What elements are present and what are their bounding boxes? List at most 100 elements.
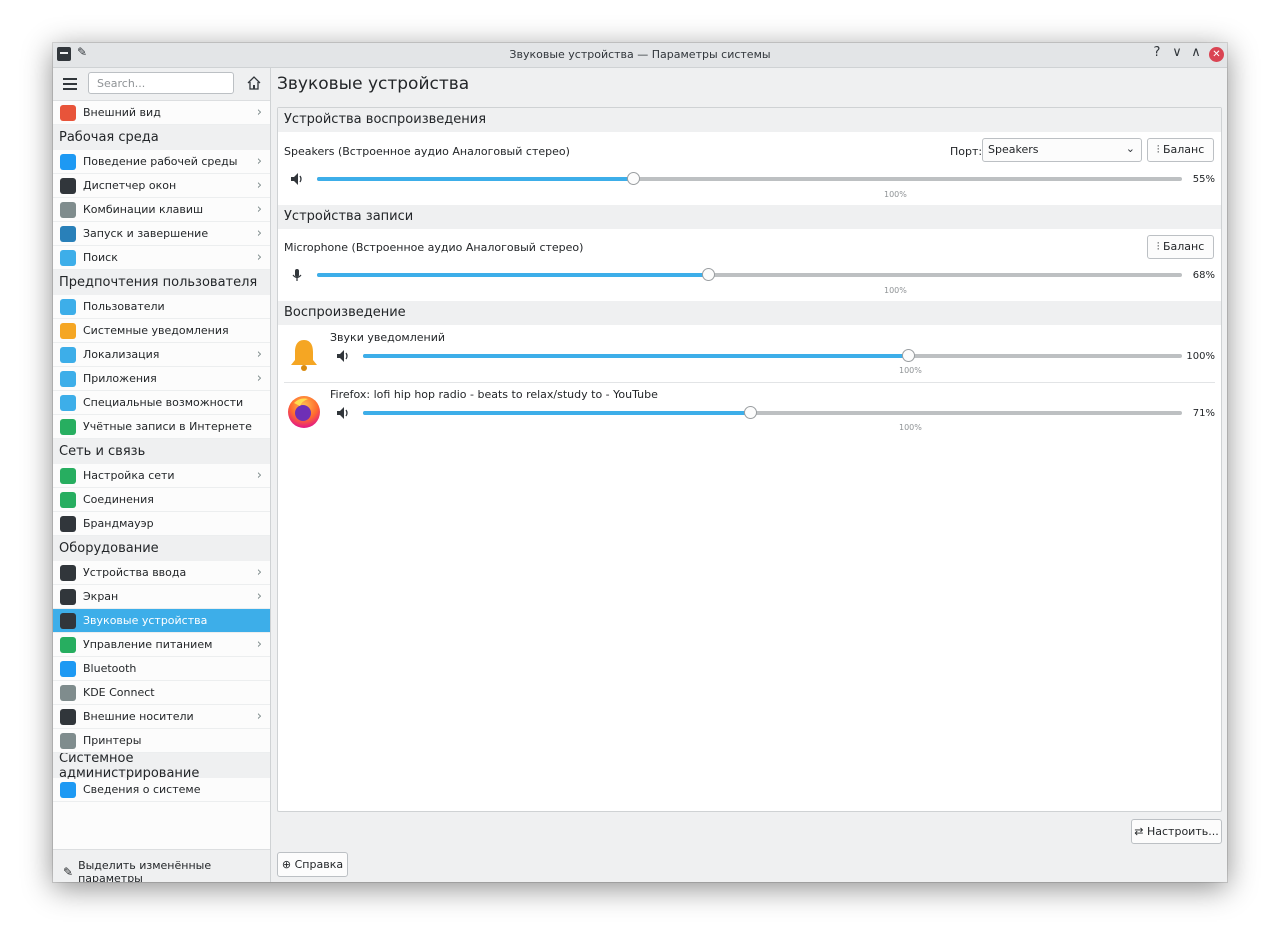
sidebar-item[interactable]: Bluetooth: [53, 657, 270, 681]
sidebar-item-label: Пользователи: [83, 300, 165, 313]
configure-label: Настроить...: [1147, 825, 1219, 838]
playback-balance-label: Баланс: [1162, 143, 1205, 156]
window-manager-icon: [60, 177, 76, 194]
stream-name: Firefox: lofi hip hop radio - beats to r…: [330, 388, 658, 401]
pencil-icon: ✎: [63, 865, 74, 879]
home-icon[interactable]: [246, 75, 262, 91]
sidebar-category: Системное администрирование: [53, 751, 270, 781]
sidebar-item-label: Специальные возможности: [83, 396, 244, 409]
stream-volume-slider[interactable]: [363, 349, 1182, 363]
page-title: Звуковые устройства: [277, 74, 470, 94]
help-lifebuoy-icon: ⊕: [281, 858, 295, 871]
speaker-volume-icon[interactable]: [290, 172, 304, 186]
maximize-icon[interactable]: ∧: [1188, 45, 1204, 60]
sidebar-item-label: KDE Connect: [83, 686, 155, 699]
sidebar-item-label: Устройства ввода: [83, 566, 187, 579]
sidebar-item[interactable]: Брандмауэр: [53, 512, 270, 536]
sidebar-item[interactable]: Управление питанием ›: [53, 633, 270, 657]
sidebar-item-label: Локализация: [83, 348, 160, 361]
sidebar-item[interactable]: Настройка сети ›: [53, 464, 270, 488]
audio-panel: Устройства воспроизведения Speakers (Вст…: [277, 107, 1222, 812]
slider-fill: [363, 354, 909, 358]
sidebar-item[interactable]: Принтеры: [53, 729, 270, 753]
recording-volume-slider[interactable]: [317, 268, 1182, 282]
port-select[interactable]: Speakers ⌄: [982, 138, 1142, 162]
stream-volume-icon[interactable]: [336, 406, 350, 420]
port-label: Порт:: [950, 145, 983, 158]
stream-100-mark: 100%: [899, 366, 922, 375]
sidebar-item[interactable]: Звуковые устройства: [53, 609, 270, 633]
microphone-icon[interactable]: [290, 268, 304, 282]
close-icon[interactable]: ✕: [1209, 47, 1224, 62]
sidebar-item[interactable]: Сведения о системе: [53, 778, 270, 802]
recording-balance-button[interactable]: ⫶ Баланс: [1147, 235, 1214, 259]
sidebar-item[interactable]: Локализация ›: [53, 343, 270, 367]
hamburger-menu-icon[interactable]: [63, 78, 77, 90]
sidebar-item[interactable]: Внешние носители ›: [53, 705, 270, 729]
applications-icon: [60, 370, 76, 387]
sidebar-item[interactable]: Диспетчер окон ›: [53, 174, 270, 198]
playback-volume-slider[interactable]: [317, 172, 1182, 186]
stream-volume-icon[interactable]: [336, 349, 350, 363]
sidebar-item[interactable]: Запуск и завершение ›: [53, 222, 270, 246]
playback-balance-button[interactable]: ⫶ Баланс: [1147, 138, 1214, 162]
sidebar-item-label: Сведения о системе: [83, 783, 201, 796]
help-button[interactable]: ⊕ Справка: [277, 852, 348, 877]
removable-storage-icon: [60, 708, 76, 725]
title-bar: ✎ Звуковые устройства — Параметры систем…: [53, 43, 1227, 68]
sidebar-item[interactable]: Поиск ›: [53, 246, 270, 270]
sidebar-item[interactable]: Поведение рабочей среды ›: [53, 150, 270, 174]
recording-balance-label: Баланс: [1162, 240, 1205, 253]
sidebar-item[interactable]: Соединения: [53, 488, 270, 512]
sidebar-item-label: Приложения: [83, 372, 157, 385]
sidebar-footer: ✎ Выделить изменённые параметры: [53, 849, 270, 882]
configure-icon: ⇄: [1134, 825, 1147, 838]
slider-fill: [317, 177, 635, 181]
sidebar-item[interactable]: KDE Connect: [53, 681, 270, 705]
chevron-right-icon: ›: [256, 250, 262, 265]
online-accounts-icon: [60, 418, 76, 435]
chevron-right-icon: ›: [256, 468, 262, 483]
playback-streams-header: Воспроизведение: [278, 301, 1221, 325]
chevron-right-icon: ›: [256, 565, 262, 580]
slider-handle[interactable]: [702, 268, 716, 281]
highlight-changed-button[interactable]: ✎ Выделить изменённые параметры: [63, 859, 270, 882]
keyboard-icon: [60, 201, 76, 218]
sidebar-item[interactable]: Внешний вид ›: [53, 101, 270, 125]
slider-handle[interactable]: [901, 349, 915, 362]
sidebar-item[interactable]: Учётные записи в Интернете: [53, 415, 270, 439]
window-title: Звуковые устройства — Параметры системы: [509, 48, 771, 61]
display-icon: [60, 588, 76, 605]
sidebar-item-label: Запуск и завершение: [83, 227, 209, 240]
sidebar-item[interactable]: Системные уведомления: [53, 319, 270, 343]
sidebar-item[interactable]: Специальные возможности: [53, 391, 270, 415]
sidebar-item-label: Комбинации клавиш: [83, 203, 204, 216]
power-icon: [60, 636, 76, 653]
sidebar-category: Предпочтения пользователя: [53, 270, 270, 295]
sidebar-item[interactable]: Экран ›: [53, 585, 270, 609]
chevron-right-icon: ›: [256, 589, 262, 604]
stream-volume-slider[interactable]: [363, 406, 1182, 420]
sidebar-item-label: Поиск: [83, 251, 118, 264]
stream-separator: [284, 382, 1215, 383]
slider-handle[interactable]: [627, 172, 641, 185]
chevron-right-icon: ›: [256, 637, 262, 652]
playback-volume-percent: 55%: [1192, 174, 1215, 185]
minimize-icon[interactable]: ∨: [1169, 45, 1185, 60]
sidebar-item[interactable]: Приложения ›: [53, 367, 270, 391]
configure-button[interactable]: ⇄ Настроить...: [1131, 819, 1222, 844]
chevron-right-icon: ›: [256, 178, 262, 193]
slider-handle[interactable]: [743, 406, 757, 419]
sidebar-category: Оборудование: [53, 536, 270, 561]
stream-volume-percent: 71%: [1192, 408, 1215, 419]
bluetooth-icon: [60, 660, 76, 677]
sidebar-item[interactable]: Комбинации клавиш ›: [53, 198, 270, 222]
recording-device-name: Microphone (Встроенное аудио Аналоговый …: [284, 241, 584, 254]
chevron-right-icon: ›: [256, 226, 262, 241]
sidebar-item-label: Bluetooth: [83, 662, 137, 675]
help-icon[interactable]: ?: [1149, 45, 1165, 60]
sidebar-item[interactable]: Пользователи: [53, 295, 270, 319]
search-input[interactable]: [88, 72, 234, 94]
sidebar-item-label: Системные уведомления: [83, 324, 229, 337]
sidebar-item[interactable]: Устройства ввода ›: [53, 561, 270, 585]
